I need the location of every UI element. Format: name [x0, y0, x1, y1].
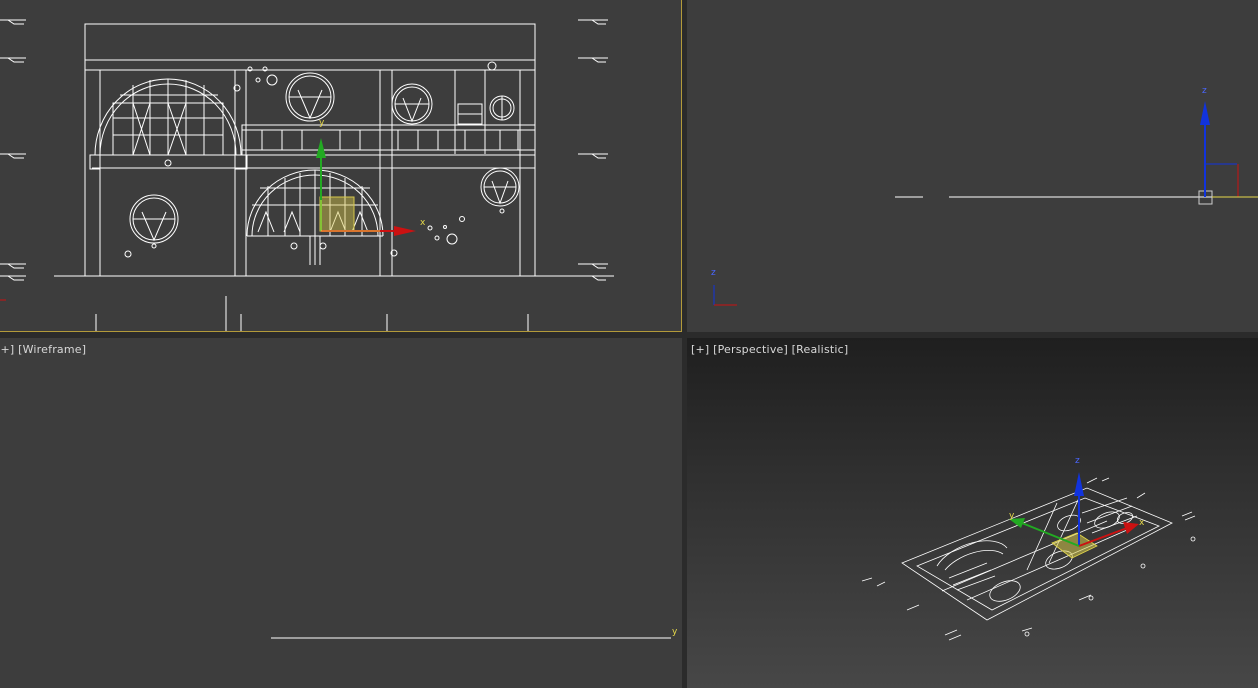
axis-y-label: y: [672, 627, 678, 637]
selected-object-perspective: [1051, 532, 1098, 559]
gizmo-x-label: x: [420, 218, 426, 228]
front-elevation-drawing: [0, 19, 614, 331]
view-axis-tripod: [713, 285, 737, 306]
selected-object: [319, 196, 355, 232]
viewport-perspective[interactable]: [+] [Perspective] [Realistic] z y x: [687, 338, 1258, 688]
pivot-axes: [1200, 101, 1258, 198]
railing-posts: [261, 130, 519, 150]
gizmo-z-label: z: [1075, 456, 1080, 466]
gizmo-y-label-perspective: y: [1009, 511, 1015, 521]
gizmo-x-label-perspective: x: [1139, 518, 1145, 528]
plan-on-ground: [861, 477, 1196, 641]
bottom-tick-marks: [95, 296, 529, 331]
level-markers-right: [578, 19, 614, 281]
axis-z-label: z: [1202, 86, 1207, 96]
perspective-drawing: [861, 472, 1196, 641]
viewport-front[interactable]: y x: [0, 0, 682, 332]
side-view-drawing: [713, 101, 1258, 306]
wireframe-drawing: [271, 637, 671, 639]
tripod-z-label: z: [711, 268, 716, 278]
gizmo-y-label: y: [319, 118, 325, 128]
viewport-wireframe[interactable]: [+] [Wireframe] y: [0, 338, 682, 688]
viewport-side[interactable]: z z: [687, 0, 1258, 332]
level-markers-left: [0, 19, 26, 281]
